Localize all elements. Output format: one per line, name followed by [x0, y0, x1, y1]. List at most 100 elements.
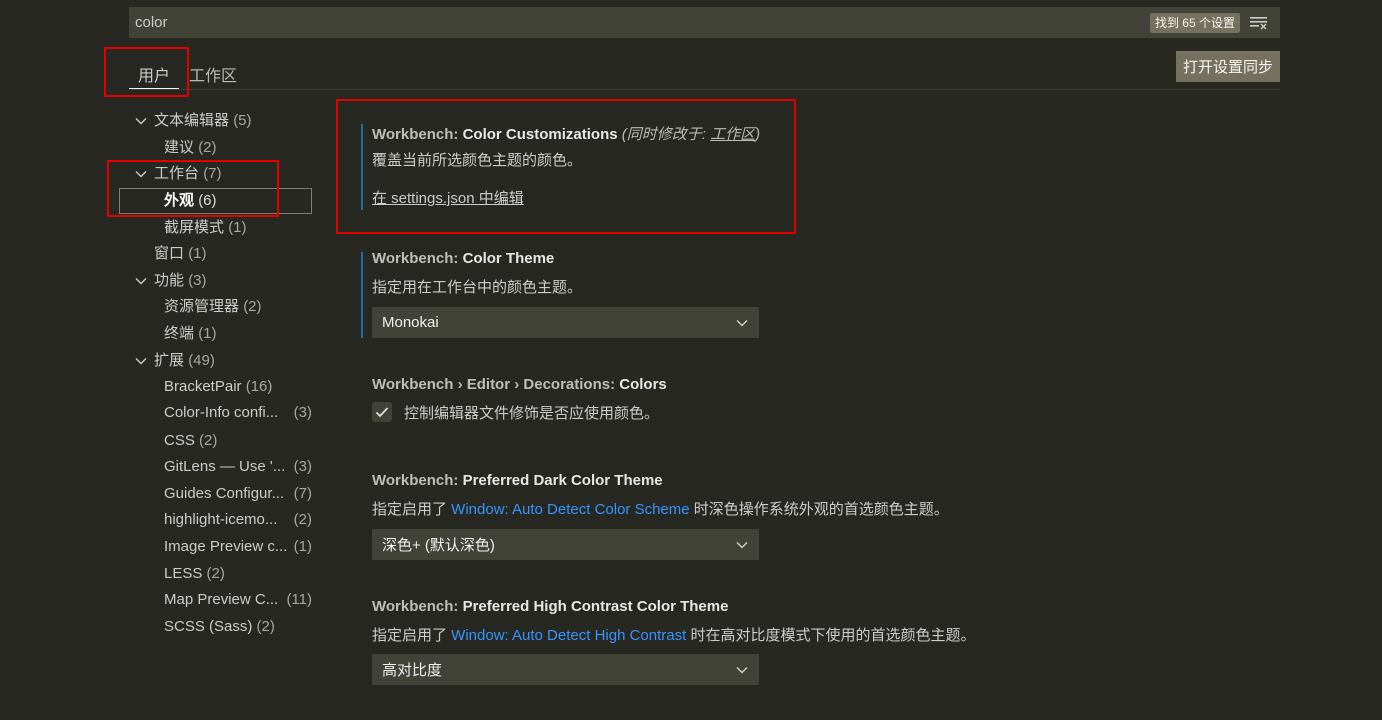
settings-search-bar: 找到 65 个设置 [129, 7, 1280, 38]
toc-item-bracketpair[interactable]: BracketPair (16) [164, 376, 272, 398]
toc-label: CSS [164, 432, 195, 449]
setting-name: Colors [619, 376, 667, 393]
toc-count: (1) [293, 538, 312, 555]
setting-title: Workbench: Preferred High Contrast Color… [372, 598, 728, 615]
toc-label: 截屏模式 [164, 219, 225, 236]
toc-count: (5) [233, 112, 252, 129]
toc-item-terminal[interactable]: 终端 (1) [164, 323, 217, 345]
toc-count: (1) [228, 219, 247, 236]
toc-item-guides[interactable]: Guides Configur... (7) [164, 483, 312, 505]
toc-label: 窗口 [154, 245, 185, 262]
modified-indicator [361, 252, 363, 338]
auto-detect-color-scheme-link[interactable]: Window: Auto Detect Color Scheme [451, 501, 689, 518]
dropdown-value: 高对比度 [382, 662, 443, 679]
toc-item-map-preview[interactable]: Map Preview C... (11) [164, 589, 312, 611]
toc-count: (2) [198, 139, 217, 156]
toc-label: 资源管理器 [164, 298, 240, 315]
setting-description: 控制编辑器文件修饰是否应使用颜色。 [404, 405, 660, 422]
toc-label: GitLens — Use '... [164, 458, 286, 475]
check-icon [375, 407, 389, 418]
toc-count: (2) [293, 511, 312, 528]
toc-count: (3) [293, 458, 312, 475]
toc-label: 建议 [164, 139, 195, 156]
setting-title: Workbench: Preferred Dark Color Theme [372, 472, 663, 489]
search-results-badge: 找到 65 个设置 [1149, 12, 1240, 33]
toc-label: Image Preview c... [164, 538, 288, 555]
toc-count: (3) [293, 404, 312, 421]
dropdown-value: 深色+ (默认深色) [382, 537, 495, 554]
toc-item-screencast-mode[interactable]: 截屏模式 (1) [164, 217, 247, 239]
toc-count: (1) [188, 245, 207, 262]
toc-item-image-preview[interactable]: Image Preview c... (1) [164, 536, 312, 558]
toc-count: (2) [243, 298, 262, 315]
toc-item-scss[interactable]: SCSS (Sass) (2) [164, 616, 275, 638]
setting-description: 指定启用了 Window: Auto Detect High Contrast … [372, 624, 975, 645]
toc-item-explorer[interactable]: 资源管理器 (2) [164, 296, 262, 318]
toc-item-css[interactable]: CSS (2) [164, 430, 217, 452]
toc-label: Color-Info confi... [164, 404, 279, 421]
toc-item-highlight-icemode[interactable]: highlight-icemo... (2) [164, 509, 312, 531]
desc-suffix: 时深色操作系统外观的首选颜色主题。 [689, 501, 949, 518]
toc-count: (49) [188, 352, 215, 369]
toc-count: (2) [206, 565, 225, 582]
color-theme-dropdown[interactable]: Monokai [372, 307, 759, 338]
toc-count: (3) [188, 272, 207, 289]
auto-detect-high-contrast-link[interactable]: Window: Auto Detect High Contrast [451, 627, 686, 644]
tabs-divider [129, 89, 1280, 90]
toc-item-suggestions[interactable]: 建议 (2) [164, 137, 217, 159]
chevron-down-icon [135, 278, 147, 285]
desc-prefix: 指定启用了 [372, 627, 452, 644]
setting-category: Workbench: [372, 250, 463, 267]
setting-name: Color Theme [462, 250, 555, 267]
toc-label: highlight-icemo... [164, 511, 278, 528]
annotation-box-workbench [107, 160, 279, 217]
toc-label: 终端 [164, 325, 195, 342]
preferred-hc-theme-dropdown[interactable]: 高对比度 [372, 654, 759, 685]
toc-count: (2) [199, 432, 218, 449]
setting-name: Preferred High Contrast Color Theme [462, 598, 729, 615]
annotation-box-user-tab [104, 47, 189, 97]
decorations-colors-checkbox[interactable] [372, 402, 392, 422]
setting-category: Workbench › Editor › Decorations: [372, 376, 620, 393]
toc-label: 文本编辑器 [154, 112, 230, 129]
toc-label: SCSS (Sass) [164, 618, 253, 635]
setting-name: Preferred Dark Color Theme [462, 472, 663, 489]
chevron-down-icon [736, 666, 748, 674]
toc-item-window[interactable]: 窗口 (1) [154, 243, 207, 265]
toc-label: 功能 [154, 272, 185, 289]
annotation-box-color-customizations [336, 99, 796, 234]
toc-count: (16) [245, 378, 273, 395]
toc-item-gitlens[interactable]: GitLens — Use '... (3) [164, 456, 312, 478]
setting-description: 指定用在工作台中的颜色主题。 [372, 279, 583, 296]
chevron-down-icon [135, 118, 147, 125]
settings-sync-button[interactable]: 打开设置同步 [1176, 51, 1280, 82]
toc-item-text-editor[interactable]: 文本编辑器 (5) [134, 110, 252, 132]
desc-prefix: 指定启用了 [372, 501, 452, 518]
preferred-dark-theme-dropdown[interactable]: 深色+ (默认深色) [372, 529, 759, 560]
tab-workspace[interactable]: 工作区 [189, 62, 237, 86]
toc-count: (1) [198, 325, 217, 342]
toc-label: Map Preview C... [164, 591, 279, 608]
toc-count: (11) [286, 591, 312, 608]
toc-item-features[interactable]: 功能 (3) [134, 270, 207, 292]
toc-label: Guides Configur... [164, 485, 285, 502]
setting-description: 指定启用了 Window: Auto Detect Color Scheme 时… [372, 498, 949, 519]
toc-count: (7) [293, 485, 312, 502]
settings-search-input[interactable] [129, 7, 1150, 38]
setting-title: Workbench › Editor › Decorations: Colors [372, 376, 667, 393]
setting-title: Workbench: Color Theme [372, 250, 554, 267]
setting-category: Workbench: [372, 598, 463, 615]
chevron-down-icon [135, 358, 147, 365]
toc-count: (2) [256, 618, 275, 635]
chevron-down-icon [736, 319, 748, 327]
desc-suffix: 时在高对比度模式下使用的首选颜色主题。 [686, 627, 976, 644]
toc-label: 扩展 [154, 352, 185, 369]
filter-icon[interactable] [1248, 12, 1270, 34]
toc-item-color-info[interactable]: Color-Info confi... (3) [164, 402, 312, 424]
toc-item-extensions[interactable]: 扩展 (49) [134, 350, 215, 372]
toc-label: BracketPair [164, 378, 242, 395]
dropdown-value: Monokai [382, 314, 439, 331]
setting-category: Workbench: [372, 472, 463, 489]
chevron-down-icon [736, 541, 748, 549]
toc-item-less[interactable]: LESS (2) [164, 563, 225, 585]
